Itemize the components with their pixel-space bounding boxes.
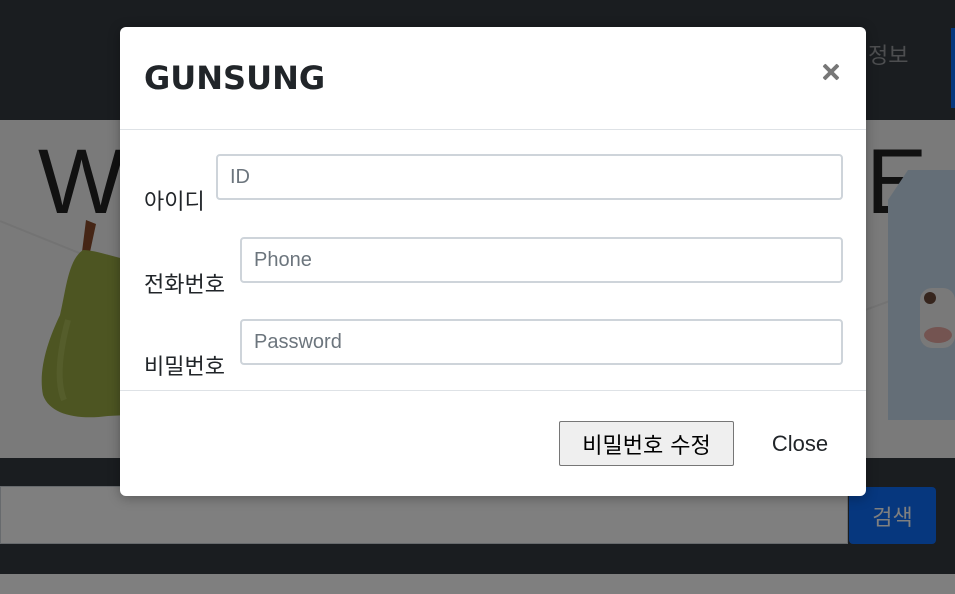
modal-title: GUNSUNG — [144, 59, 326, 97]
modal-footer: 비밀번호 수정 Close — [120, 391, 866, 496]
modal-body: 아이디 전화번호 비밀번호 — [120, 130, 866, 391]
phone-input[interactable] — [240, 237, 843, 283]
change-password-button[interactable]: 비밀번호 수정 — [559, 421, 734, 466]
id-label: 아이디 — [144, 190, 205, 215]
id-input[interactable] — [216, 154, 843, 200]
close-button[interactable]: Close — [755, 421, 845, 466]
phone-label: 전화번호 — [144, 273, 225, 298]
password-change-modal: GUNSUNG 아이디 전화번호 비밀번호 비밀번호 수정 Close — [120, 27, 866, 496]
modal-header: GUNSUNG — [120, 27, 866, 130]
close-icon[interactable] — [817, 58, 845, 86]
password-label: 비밀번호 — [144, 355, 225, 380]
password-input[interactable] — [240, 319, 843, 365]
